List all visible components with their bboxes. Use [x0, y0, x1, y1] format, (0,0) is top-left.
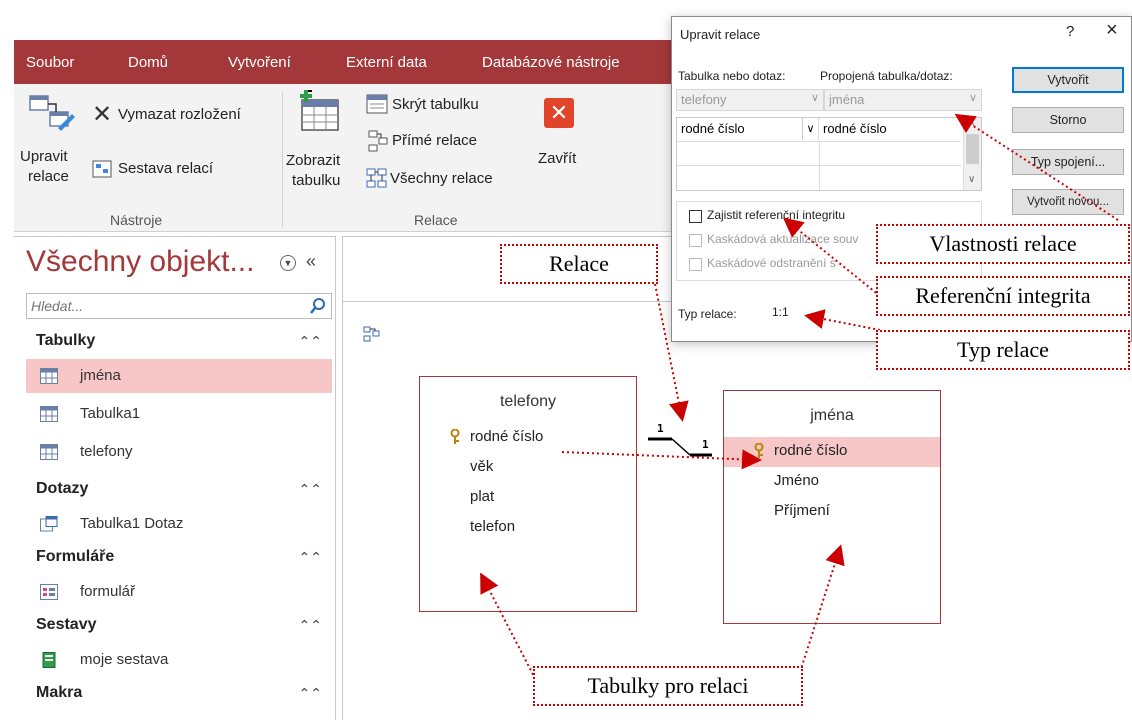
grid-left-cell[interactable]: rodné číslo ∨ — [677, 118, 819, 142]
callout-relation: Relace — [500, 244, 658, 284]
scroll-thumb[interactable] — [966, 134, 979, 164]
callout-tables-for-relation: Tabulky pro relaci — [533, 666, 803, 706]
callout-referential-integrity: Referenční integrita — [876, 276, 1130, 316]
referential-integrity-label: Zajistit referenční integritu — [707, 208, 846, 222]
relation-type-label: Typ relace: — [678, 307, 737, 321]
table-combo: telefony ∨ — [676, 89, 824, 111]
join-type-button[interactable]: Typ spojení... — [1012, 149, 1124, 175]
chevron-down-icon: ∨ — [968, 92, 977, 104]
related-combo-value: jména — [829, 92, 865, 107]
scroll-down-icon[interactable]: ∨ — [968, 174, 975, 185]
cascade-update-checkbox[interactable] — [689, 234, 702, 247]
chevron-down-icon: ∨ — [810, 92, 819, 104]
cascade-update-label: Kaskádová aktualizace souv — [707, 232, 859, 246]
callout-relation-properties: Vlastnosti relace — [876, 224, 1130, 264]
create-new-button[interactable]: Vytvořit novou... — [1012, 189, 1124, 215]
related-table-combo: jména ∨ — [824, 89, 982, 111]
grid-right-cell[interactable]: rodné číslo — [819, 118, 961, 142]
scroll-up-icon[interactable]: ∧ — [968, 118, 975, 129]
dialog-title: Upravit relace — [680, 27, 761, 42]
grid-right-value: rodné číslo — [823, 121, 887, 136]
callout-relation-type: Typ relace — [876, 330, 1130, 370]
grid-scrollbar[interactable]: ∧ ∨ — [963, 118, 981, 190]
dialog-close-button[interactable]: × — [1106, 19, 1118, 42]
table-or-query-label: Tabulka nebo dotaz: — [678, 69, 786, 83]
grid-row-empty[interactable] — [677, 142, 961, 166]
create-button[interactable]: Vytvořit — [1012, 67, 1124, 93]
cascade-delete-checkbox[interactable] — [689, 258, 702, 271]
help-button[interactable]: ? — [1066, 23, 1074, 40]
field-mapping-grid: rodné číslo ∨ rodné číslo ∧ ∨ — [676, 117, 982, 191]
related-table-label: Propojená tabulka/dotaz: — [820, 69, 953, 83]
referential-integrity-checkbox[interactable] — [689, 210, 702, 223]
grid-left-value: rodné číslo — [681, 121, 745, 136]
table-combo-value: telefony — [681, 92, 727, 107]
relation-left-cardinality: 1 — [657, 422, 664, 435]
chevron-down-icon[interactable]: ∨ — [802, 118, 818, 140]
relation-type-value: 1:1 — [772, 305, 789, 319]
cascade-delete-label: Kaskádové odstranění s — [707, 256, 836, 270]
relation-right-cardinality: 1 — [702, 438, 709, 451]
grid-row-empty[interactable] — [677, 166, 961, 190]
cancel-button[interactable]: Storno — [1012, 107, 1124, 133]
